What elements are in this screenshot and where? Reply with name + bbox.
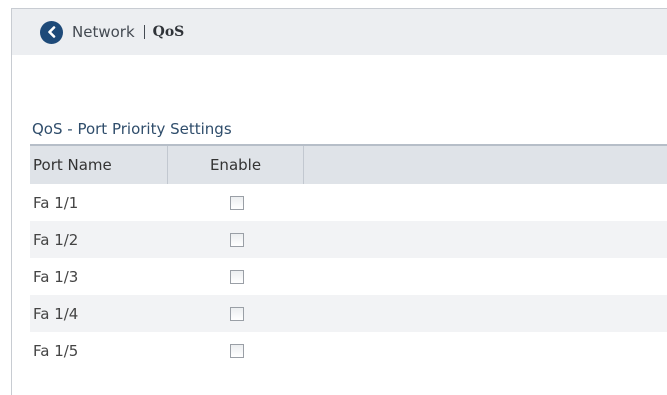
enable-checkbox[interactable] (230, 306, 244, 321)
table-row: Fa 1/5 (30, 332, 667, 369)
port-name-cell: Fa 1/1 (33, 193, 79, 212)
table-header: Port Name Enable (30, 144, 667, 184)
enable-cell (168, 306, 304, 321)
breadcrumb-separator (143, 25, 145, 39)
chevron-left-icon (47, 26, 55, 38)
column-header-enable: Enable (168, 146, 304, 184)
enable-cell (168, 269, 304, 284)
table-row: Fa 1/4 (30, 295, 667, 332)
enable-checkbox[interactable] (230, 343, 244, 358)
page-header: Network QoS (12, 9, 667, 55)
enable-cell (168, 343, 304, 358)
enable-checkbox[interactable] (230, 269, 244, 284)
section-title: QoS - Port Priority Settings (32, 120, 232, 138)
enable-cell (168, 232, 304, 247)
enable-checkbox[interactable] (230, 232, 244, 247)
enable-cell (168, 195, 304, 210)
breadcrumb-network[interactable]: Network (72, 23, 135, 41)
table-row: Fa 1/2 (30, 221, 667, 258)
breadcrumb-current-page: QoS (152, 24, 185, 40)
content-panel: Network QoS QoS - Port Priority Settings… (11, 8, 667, 395)
table-row: Fa 1/1 (30, 184, 667, 221)
port-priority-table: Port Name Enable Fa 1/1 Fa 1/2 Fa 1/3 Fa… (30, 144, 667, 369)
enable-checkbox[interactable] (230, 195, 244, 210)
port-name-cell: Fa 1/4 (33, 304, 79, 323)
column-header-port-name: Port Name (30, 146, 168, 184)
back-arrow-icon[interactable] (40, 20, 63, 44)
port-name-cell: Fa 1/2 (33, 230, 79, 249)
port-name-cell: Fa 1/5 (33, 341, 79, 360)
table-row: Fa 1/3 (30, 258, 667, 295)
port-name-cell: Fa 1/3 (33, 267, 79, 286)
